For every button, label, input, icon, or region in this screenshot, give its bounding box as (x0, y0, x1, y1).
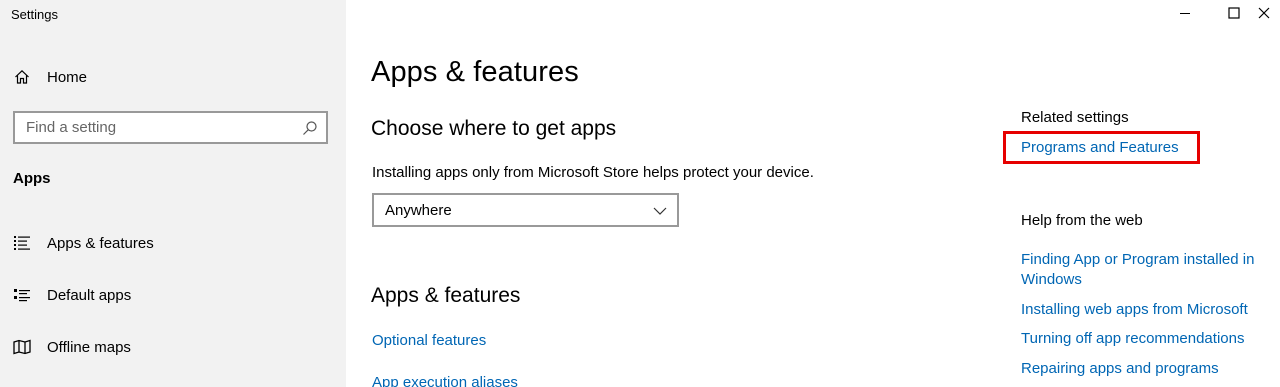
sidebar-item-home[interactable]: Home (12, 64, 87, 90)
search-icon[interactable] (302, 120, 318, 136)
close-button[interactable] (1258, 0, 1280, 30)
sidebar-item-label: Offline maps (47, 338, 131, 356)
search-input[interactable] (26, 119, 286, 136)
help-link-repairing-apps[interactable]: Repairing apps and programs (1021, 359, 1219, 379)
app-execution-aliases-link[interactable]: App execution aliases (372, 374, 518, 387)
app-source-dropdown[interactable]: Anywhere (372, 193, 679, 227)
help-link-finding-app[interactable]: Finding App or Program installed in Wind… (1021, 250, 1271, 290)
choose-apps-heading: Choose where to get apps (371, 117, 617, 140)
minimize-icon (1179, 6, 1191, 24)
related-settings-heading: Related settings (1021, 109, 1129, 126)
default-apps-icon (12, 285, 32, 305)
sidebar-item-default-apps[interactable]: Default apps (12, 281, 131, 309)
programs-and-features-link[interactable]: Programs and Features (1021, 138, 1179, 158)
sidebar-item-offline-maps[interactable]: Offline maps (12, 333, 131, 361)
apps-features-icon (12, 233, 32, 253)
help-from-web-heading: Help from the web (1021, 212, 1143, 229)
apps-features-heading: Apps & features (371, 284, 521, 307)
sidebar-item-label: Default apps (47, 286, 132, 304)
optional-features-link[interactable]: Optional features (372, 332, 486, 349)
dropdown-selected-value: Anywhere (385, 201, 452, 219)
maximize-button[interactable] (1211, 0, 1257, 30)
sidebar-item-apps-features[interactable]: Apps & features (12, 229, 154, 257)
chevron-down-icon (652, 203, 668, 219)
choose-apps-description: Installing apps only from Microsoft Stor… (372, 164, 814, 181)
search-setting-box[interactable] (13, 111, 328, 144)
settings-window: Settings Home Apps (0, 0, 1280, 387)
sidebar-item-label: Apps & features (47, 234, 154, 252)
home-icon (12, 67, 32, 87)
help-link-installing-web-apps[interactable]: Installing web apps from Microsoft (1021, 300, 1248, 320)
minimize-button[interactable] (1162, 0, 1208, 30)
window-title: Settings (11, 7, 58, 22)
offline-maps-icon (12, 337, 32, 357)
help-link-turning-off-recommendations[interactable]: Turning off app recommendations (1021, 329, 1244, 349)
close-icon (1258, 6, 1270, 24)
page-title: Apps & features (371, 56, 579, 88)
section-title: Apps (13, 170, 51, 187)
sidebar: Settings Home Apps (0, 0, 346, 387)
maximize-icon (1228, 6, 1240, 24)
sidebar-item-label: Home (47, 68, 88, 86)
